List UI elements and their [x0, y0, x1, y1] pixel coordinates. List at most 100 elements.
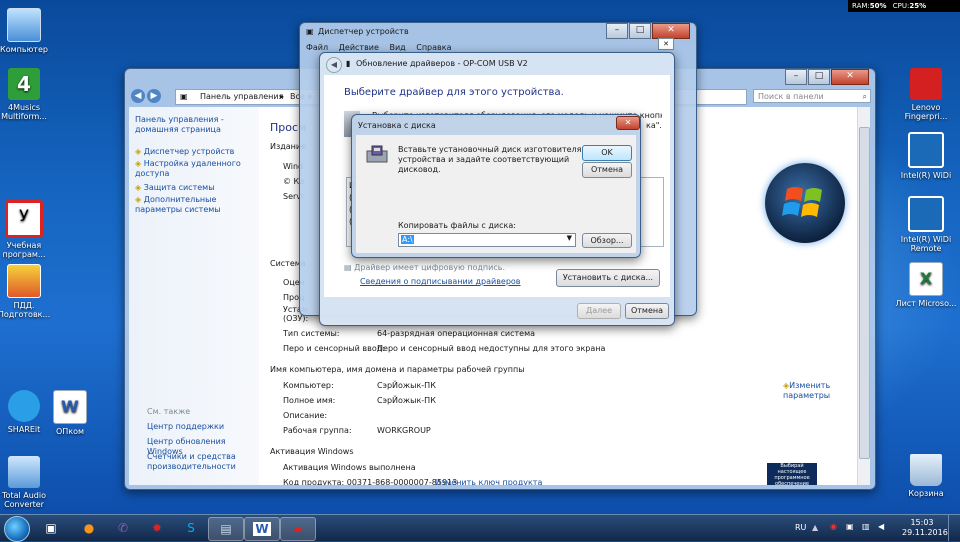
sidebar-link-label: Настройка удаленного доступа: [135, 159, 241, 178]
device-icon: ▮: [346, 59, 351, 68]
see-also-performance[interactable]: Счетчики и средства производительности: [147, 452, 257, 472]
system-type-label: Тип системы:: [283, 329, 340, 338]
antivirus-icon: ✹: [151, 521, 163, 535]
breadcrumb-root[interactable]: Панель управления: [200, 92, 283, 101]
close-button[interactable]: ✕: [616, 116, 640, 130]
taskbar-item-firefox[interactable]: ●: [72, 517, 106, 539]
desktop-icon-4musics[interactable]: 4 4Musics Multiform...: [0, 68, 56, 121]
cpu-value: 25%: [909, 2, 927, 10]
breadcrumb-separator: ▸: [280, 92, 285, 101]
start-button[interactable]: [4, 516, 30, 542]
pen-label: Перо и сенсорный ввод:: [283, 344, 385, 353]
shield-icon: ◈: [135, 147, 142, 156]
search-input[interactable]: Поиск в панели управления ⌕: [753, 89, 871, 115]
desktop-icon-computer[interactable]: Компьютер: [0, 8, 56, 54]
show-desktop-button[interactable]: [948, 515, 960, 541]
sidebar-link-label: Дополнительные параметры системы: [135, 195, 221, 214]
taskbar-item-skype[interactable]: S: [174, 517, 208, 539]
sidebar-home-link[interactable]: Панель управления - домашняя страница: [135, 115, 255, 135]
chevron-down-icon[interactable]: ▼: [567, 234, 572, 242]
desktop-icon-label: Intel(R) WiDi Remote: [900, 235, 952, 253]
disk-path-combobox[interactable]: A:\ ▼: [398, 233, 576, 247]
menu-view[interactable]: Вид: [389, 43, 405, 52]
taskbar-item-viber[interactable]: ✆: [106, 517, 140, 539]
activation-status: Активация Windows выполнена: [283, 463, 416, 472]
taskbar: ▣ ● ✆ ✹ S ▤ W ▰ RU ▲ ◉ ▣ ▥ ◀ 15:03 29.11…: [0, 514, 960, 542]
maximize-button[interactable]: □: [808, 69, 830, 85]
change-settings-link[interactable]: ◈Изменить параметры: [783, 381, 843, 401]
sidebar-item-protection[interactable]: ◈ Защита системы: [135, 183, 257, 195]
ram-label: RAM:: [852, 2, 870, 10]
audio-converter-icon: [8, 456, 40, 488]
update-dialog-instruction-end: ка".: [646, 121, 662, 130]
close-button[interactable]: ✕: [831, 69, 869, 85]
ok-button[interactable]: OK: [582, 145, 632, 161]
desktop-icon-opcom[interactable]: W ОПком: [38, 390, 102, 436]
taskbar-item-control-panel[interactable]: ▤: [208, 517, 244, 541]
cancel-button[interactable]: Отмена: [625, 303, 669, 319]
cancel-button[interactable]: Отмена: [582, 162, 632, 178]
desktop-icon-lenovo-fingerprint[interactable]: Lenovo Fingerpri...: [894, 68, 958, 121]
forward-arrow-icon[interactable]: ▶: [147, 89, 161, 103]
language-indicator[interactable]: RU: [795, 523, 806, 532]
tray-expand-icon[interactable]: ▲: [812, 523, 818, 532]
scrollbar-thumb[interactable]: [859, 127, 870, 459]
desktop-icon-total-audio[interactable]: Total Audio Converter: [0, 456, 56, 509]
tray-volume-icon[interactable]: ◀: [878, 522, 884, 531]
dialog-close-icon[interactable]: ✕: [658, 38, 674, 50]
floppy-save-icon: ▣: [45, 521, 57, 535]
fingerprint-icon: [910, 68, 942, 100]
sidebar-item-advanced[interactable]: ◈ Дополнительные параметры системы: [135, 195, 257, 219]
taskbar-item-explorer[interactable]: ▣: [34, 517, 68, 539]
change-key-link[interactable]: Изменить ключ продукта: [435, 478, 542, 485]
road-sign-icon: У: [5, 200, 43, 238]
update-dialog-title: Обновление драйверов - OP-COM USB V2: [356, 59, 528, 68]
desktop-icon-pdd[interactable]: ПДД. Подготовк...: [0, 264, 56, 319]
maximize-button[interactable]: □: [629, 23, 651, 39]
tray-clock[interactable]: 15:03 29.11.2016: [902, 518, 948, 538]
tray-network-icon[interactable]: ▥: [862, 522, 870, 531]
sidebar-link-label: Защита системы: [143, 183, 215, 192]
minimize-button[interactable]: –: [785, 69, 807, 85]
see-also-action-center[interactable]: Центр поддержки: [147, 422, 257, 437]
minimize-button[interactable]: –: [606, 23, 628, 39]
taskbar-item-antivirus[interactable]: ✹: [140, 517, 174, 539]
desktop-icon-intel-widi[interactable]: Intel(R) WiDi: [894, 132, 958, 180]
tray-app-icon[interactable]: ▣: [846, 522, 854, 531]
next-button[interactable]: Далее: [577, 303, 621, 319]
menu-help[interactable]: Справка: [416, 43, 451, 52]
desktop-icon-uchebnaya[interactable]: У Учебная програм...: [0, 200, 56, 259]
sidebar-task-list: ◈ Диспетчер устройств ◈ Настройка удален…: [135, 147, 257, 219]
ram-value: 50%: [869, 2, 887, 10]
devmgr-caption-buttons: – □ ✕: [605, 23, 690, 39]
control-panel-icon: ▤: [220, 522, 232, 536]
see-also-windows-update[interactable]: Центр обновления Windows: [147, 437, 257, 456]
description-label: Описание:: [283, 411, 328, 420]
close-button[interactable]: ✕: [652, 23, 690, 39]
workgroup-value: WORKGROUP: [377, 426, 431, 435]
sidebar-item-device-manager[interactable]: ◈ Диспетчер устройств: [135, 147, 257, 159]
tray-record-icon[interactable]: ◉: [830, 522, 837, 531]
computer-icon: [7, 8, 41, 42]
skype-icon: S: [187, 521, 195, 535]
pdd-app-icon: [7, 264, 41, 298]
signing-info-link[interactable]: Сведения о подписывании драйверов: [360, 277, 521, 286]
taskbar-item-device-manager[interactable]: ▰: [280, 517, 316, 541]
certificate-icon: ▤: [344, 263, 352, 272]
sidebar-item-remote[interactable]: ◈ Настройка удаленного доступа: [135, 159, 257, 183]
install-from-disk-button[interactable]: Установить с диска...: [556, 269, 660, 287]
desktop-icon-excel-sheet[interactable]: X Лист Microso...: [894, 262, 958, 308]
browse-button[interactable]: Обзор...: [582, 233, 632, 248]
computer-name-value: СэрЙожык-ПК: [377, 381, 436, 390]
desktop-icon-intel-widi-remote[interactable]: Intel(R) WiDi Remote: [894, 196, 958, 253]
genuine-badge[interactable]: Выбирай настоящее программное обеспечени…: [767, 463, 817, 485]
menu-action[interactable]: Действие: [339, 43, 379, 52]
scrollbar[interactable]: [857, 107, 870, 485]
back-arrow-icon[interactable]: ◀: [326, 57, 342, 73]
search-icon: ⌕: [862, 92, 867, 101]
desktop-icon-recycle-bin[interactable]: Корзина: [894, 454, 958, 498]
taskbar-item-word[interactable]: W: [244, 517, 280, 541]
desktop-icon-label: ОПком: [55, 427, 85, 436]
menu-file[interactable]: Файл: [306, 43, 328, 52]
back-arrow-icon[interactable]: ◀: [131, 89, 145, 103]
